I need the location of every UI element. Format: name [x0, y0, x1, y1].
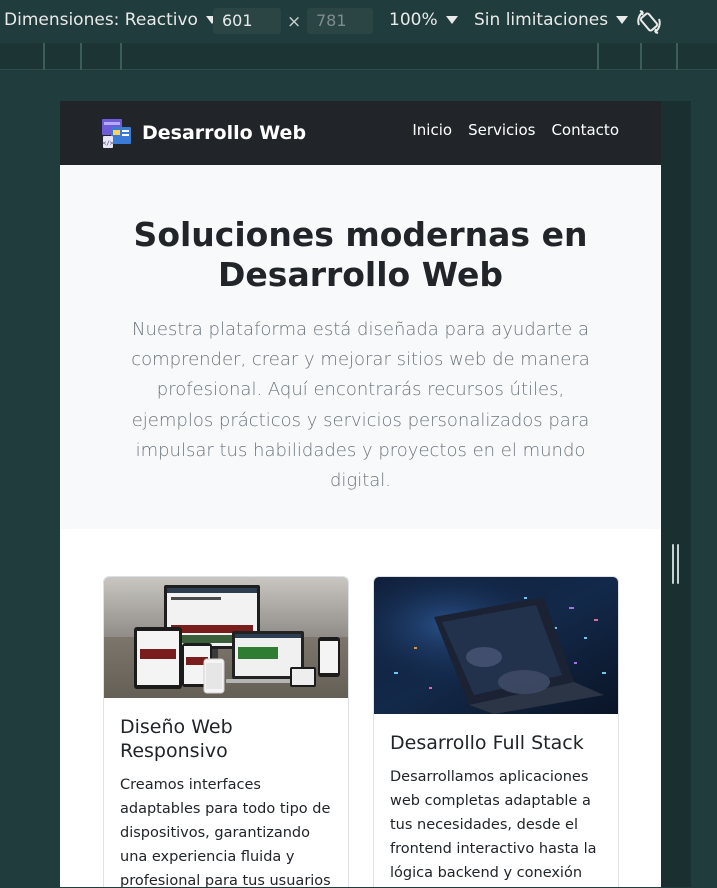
width-input[interactable]: 601: [213, 8, 281, 34]
responsive-devices-image: [104, 577, 348, 698]
zoom-dropdown[interactable]: 100%: [389, 10, 458, 30]
page-viewport: </> Desarrollo Web Inicio Servicios Cont…: [60, 101, 661, 887]
caret-down-icon: [445, 16, 458, 24]
brand-logo-icon: </>: [102, 119, 131, 148]
nav-link-inicio[interactable]: Inicio: [412, 121, 452, 139]
coding-laptop-image: [374, 577, 618, 714]
card-title: Diseño Web Responsivo: [120, 716, 233, 762]
zoom-label: 100%: [389, 10, 438, 30]
hero-description: Nuestra plataforma está diseñada para ay…: [131, 319, 590, 492]
media-query-bar[interactable]: [0, 43, 717, 70]
card-text: Creamos interfaces adaptables para todo …: [120, 777, 331, 887]
resize-grip-line: [672, 544, 674, 584]
card-text: Desarrollamos aplicaciones web completas…: [390, 769, 597, 881]
service-card: Desarrollo Full Stack Desarrollamos apli…: [373, 576, 619, 887]
media-query-marker[interactable]: [120, 43, 122, 70]
site-navbar: </> Desarrollo Web Inicio Servicios Cont…: [60, 101, 661, 165]
caret-down-icon: [616, 16, 629, 24]
nav-link-contacto[interactable]: Contacto: [551, 121, 619, 139]
svg-text:</>: </>: [103, 140, 114, 147]
media-query-marker[interactable]: [80, 43, 82, 70]
nav-menu: Inicio Servicios Contacto: [412, 121, 619, 139]
card-body: Desarrollo Full Stack Desarrollamos apli…: [374, 714, 618, 887]
throttling-label: Sin limitaciones: [474, 10, 609, 30]
device-viewport-area: </> Desarrollo Web Inicio Servicios Cont…: [0, 71, 717, 888]
media-query-marker[interactable]: [676, 43, 678, 70]
resize-handle[interactable]: [671, 544, 681, 584]
hero-section: Soluciones modernas en Desarrollo Web Nu…: [60, 165, 661, 529]
nav-link-servicios[interactable]: Servicios: [468, 121, 535, 139]
card-body: Diseño Web Responsivo Creamos interfaces…: [104, 698, 348, 887]
media-query-marker[interactable]: [43, 43, 45, 70]
media-query-marker[interactable]: [597, 43, 599, 70]
media-query-marker[interactable]: [640, 43, 642, 70]
card-title: Desarrollo Full Stack: [390, 732, 584, 754]
dimensions-label: Dimensiones: Reactivo: [4, 10, 198, 30]
rotate-icon[interactable]: [634, 7, 664, 37]
times-symbol: ×: [287, 12, 302, 32]
service-card: Diseño Web Responsivo Creamos interfaces…: [103, 576, 349, 887]
dimensions-dropdown[interactable]: Dimensiones: Reactivo: [4, 10, 218, 30]
resize-grip-line: [677, 544, 679, 584]
viewport-edge: [661, 101, 691, 887]
throttling-dropdown[interactable]: Sin limitaciones: [474, 10, 629, 30]
devtools-toolbar: Dimensiones: Reactivo 601 × 781 100% Sin…: [0, 0, 717, 43]
height-input[interactable]: 781: [307, 8, 373, 34]
brand-name: Desarrollo Web: [142, 122, 307, 144]
hero-title: Soluciones modernas en Desarrollo Web: [133, 215, 588, 294]
brand-link[interactable]: </> Desarrollo Web: [102, 117, 306, 149]
